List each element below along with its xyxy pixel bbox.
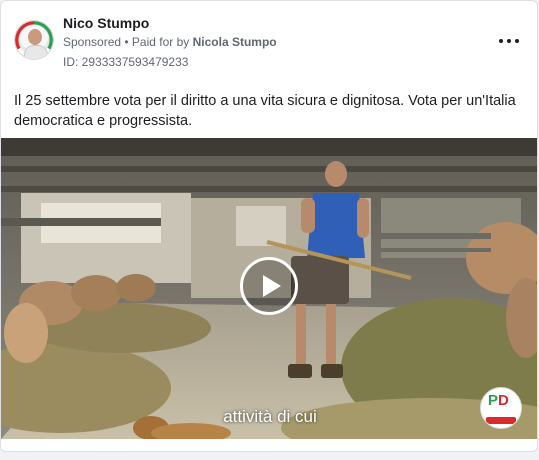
ad-card: Nico Stumpo Sponsored • Paid for by Nico… xyxy=(0,0,538,452)
author-avatar[interactable] xyxy=(14,20,54,60)
ad-id: ID: 2933337593479233 xyxy=(63,55,189,69)
sponsored-label: Sponsored xyxy=(63,35,122,49)
logo-letter-p: P xyxy=(488,392,499,409)
paid-for-prefix: Paid for by xyxy=(131,35,193,49)
paid-for-name[interactable]: Nicola Stumpo xyxy=(193,35,277,49)
sponsor-line: Sponsored • Paid for by Nicola Stumpo xyxy=(63,35,277,49)
pd-party-logo: P D xyxy=(480,387,522,429)
dot-icon xyxy=(515,39,519,43)
video-subtitle: attività di cui xyxy=(223,407,317,426)
logo-letter-d: D xyxy=(498,392,509,409)
post-header: Nico Stumpo Sponsored • Paid for by Nico… xyxy=(1,1,537,81)
avatar-shirt xyxy=(24,45,48,59)
play-icon[interactable] xyxy=(240,257,298,315)
logo-band xyxy=(486,417,516,424)
avatar-head xyxy=(28,29,42,45)
dot-icon xyxy=(499,39,503,43)
more-options-icon[interactable] xyxy=(499,31,519,51)
video-player[interactable]: attività di cui P D xyxy=(1,138,537,439)
meta-separator: • xyxy=(121,35,132,49)
play-triangle xyxy=(262,275,281,297)
author-name[interactable]: Nico Stumpo xyxy=(63,15,149,31)
post-text: Il 25 settembre vota per il diritto a un… xyxy=(14,93,516,129)
dot-icon xyxy=(507,39,511,43)
